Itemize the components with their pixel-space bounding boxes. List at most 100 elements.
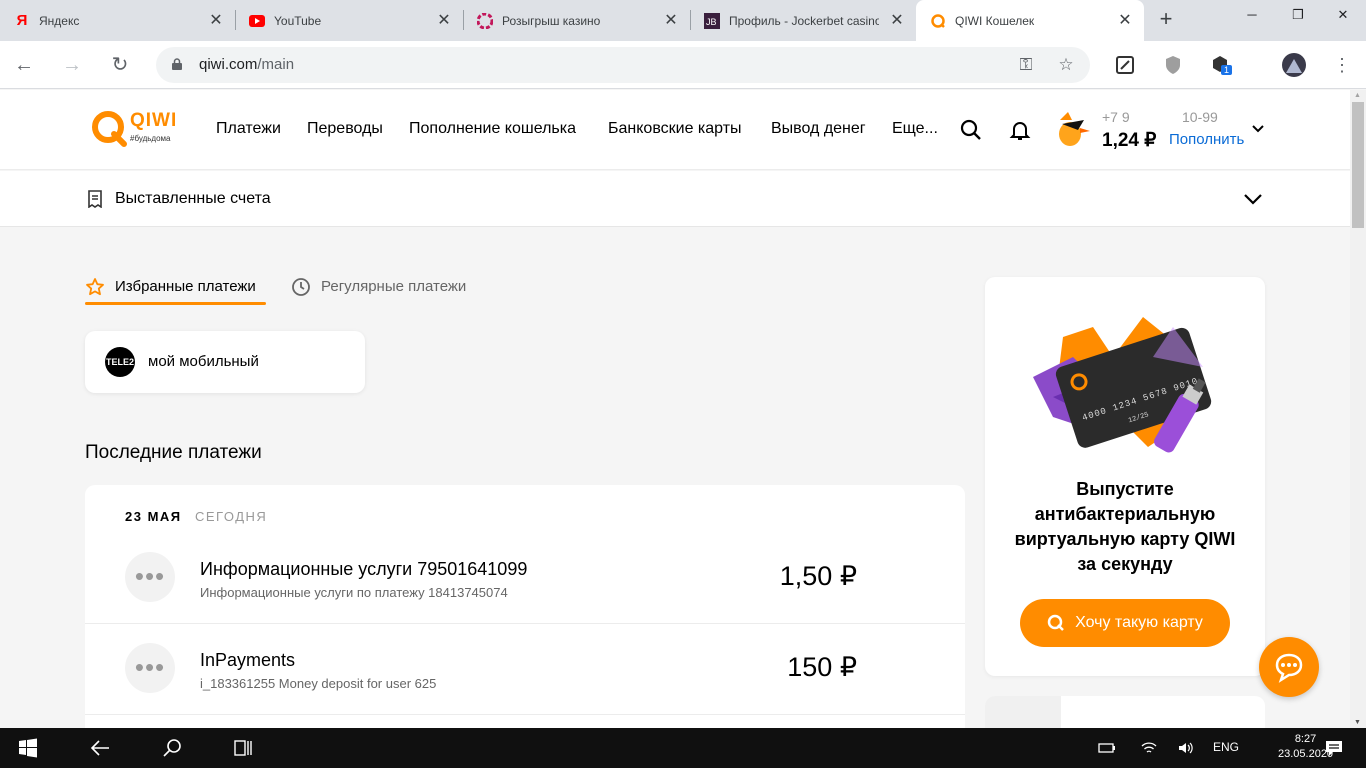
- tab-title: YouTube: [274, 13, 322, 28]
- payment-row[interactable]: ••• Информационные услуги 79501641099 Ин…: [85, 533, 965, 624]
- back-arrow-icon[interactable]: [89, 738, 111, 758]
- chat-button[interactable]: [1259, 637, 1319, 697]
- tab-yandex[interactable]: Я Яндекс ✕: [0, 0, 236, 41]
- extension-icon[interactable]: [1115, 55, 1135, 75]
- day-label: СЕГОДНЯ: [195, 509, 268, 524]
- active-tab-underline: [85, 302, 266, 305]
- payment-title: InPayments: [200, 650, 296, 670]
- close-icon[interactable]: ✕: [662, 12, 680, 30]
- payment-subtitle: i_183361255 Money deposit for user 625: [200, 676, 437, 691]
- receipt-icon: [88, 190, 102, 208]
- menu-payments[interactable]: Платежи: [216, 120, 281, 138]
- qiwi-icon: [930, 13, 946, 29]
- tab-favorite-payments[interactable]: Избранные платежи: [115, 278, 256, 295]
- close-icon[interactable]: ✕: [435, 12, 453, 30]
- favorite-payment-card[interactable]: TELE2 мой мобильный: [85, 331, 365, 393]
- tab-casino[interactable]: Розыгрыш казино ✕: [463, 0, 691, 41]
- close-window-button[interactable]: ✕: [1320, 0, 1366, 30]
- browser-toolbar: ← → ↻ qiwi.com/main ⚿ ☆ 1 ⋮: [0, 41, 1366, 89]
- invoices-bar[interactable]: Выставленные счета: [0, 171, 1350, 227]
- wallet-balance: 1,24 ₽: [1102, 130, 1157, 151]
- want-card-label: Хочу такую карту: [1075, 614, 1203, 631]
- profile-avatar[interactable]: [1282, 53, 1306, 77]
- shield-icon[interactable]: [1163, 55, 1183, 75]
- back-button[interactable]: ←: [10, 51, 38, 79]
- menu-transfers[interactable]: Переводы: [307, 120, 383, 138]
- want-card-button[interactable]: Хочу такую карту: [1020, 599, 1230, 647]
- page-viewport: QIWI #будьдома Платежи Переводы Пополнен…: [0, 90, 1350, 728]
- address-bar[interactable]: qiwi.com/main ⚿ ☆: [156, 47, 1090, 83]
- logo-text: QIWI: [130, 110, 178, 131]
- url-text: qiwi.com/main: [199, 56, 295, 73]
- jb-icon: JB: [704, 12, 720, 29]
- svg-text:JB: JB: [706, 17, 717, 27]
- tab-title: Яндекс: [39, 13, 80, 28]
- wifi-icon[interactable]: [1140, 740, 1158, 756]
- bird-avatar-icon[interactable]: [1054, 110, 1092, 148]
- restore-button[interactable]: ❐: [1275, 0, 1321, 30]
- search-icon[interactable]: [162, 738, 184, 758]
- menu-withdraw[interactable]: Вывод денег: [771, 120, 866, 138]
- tab-qiwi[interactable]: QIWI Кошелек ✕: [916, 0, 1144, 41]
- recent-payments-list: 23 МАЯ СЕГОДНЯ ••• Информационные услуги…: [85, 485, 965, 728]
- star-bookmark-icon[interactable]: ☆: [1056, 55, 1076, 75]
- phone-suffix: 10-99: [1182, 109, 1218, 125]
- tele2-logo: TELE2: [105, 347, 135, 377]
- more-dots-icon: •••: [125, 643, 175, 693]
- minimize-button[interactable]: ─: [1229, 0, 1275, 30]
- topup-link[interactable]: Пополнить: [1169, 131, 1244, 148]
- chevron-down-icon[interactable]: [1242, 191, 1264, 207]
- windows-start-icon[interactable]: [17, 738, 39, 758]
- search-icon[interactable]: [959, 118, 983, 142]
- menu-wallet-topup[interactable]: Пополнение кошелька: [409, 120, 576, 138]
- notifications-icon[interactable]: [1325, 739, 1343, 757]
- scroll-down-icon[interactable]: ▼: [1354, 719, 1361, 726]
- page-scrollbar[interactable]: ▲ ▼: [1350, 90, 1366, 728]
- close-icon[interactable]: ✕: [888, 12, 906, 30]
- language-indicator[interactable]: ENG: [1213, 740, 1239, 754]
- promo-image: [985, 696, 1061, 728]
- qiwi-logo-icon: [92, 111, 127, 147]
- extension-badge: 1: [1221, 65, 1233, 75]
- site-header: QIWI #будьдома Платежи Переводы Пополнен…: [0, 90, 1350, 170]
- tab-youtube[interactable]: YouTube ✕: [235, 0, 464, 41]
- reload-button[interactable]: ↻: [106, 51, 134, 79]
- close-icon[interactable]: ✕: [1116, 12, 1134, 30]
- tab-regular-payments[interactable]: Регулярные платежи: [321, 278, 466, 295]
- favorite-payment-name: мой мобильный: [148, 353, 259, 370]
- qiwi-button-icon: [1047, 614, 1064, 631]
- scrollbar-thumb[interactable]: [1352, 102, 1364, 228]
- tab-jockerbet[interactable]: JB Профиль - Jockerbet casino ✕: [690, 0, 916, 41]
- tab-title: Профиль - Jockerbet casino: [729, 13, 879, 28]
- star-icon: [86, 278, 104, 296]
- forward-button[interactable]: →: [58, 51, 86, 79]
- close-icon[interactable]: ✕: [207, 12, 225, 30]
- payment-amount: 150 ₽: [787, 652, 857, 682]
- casino-icon: [477, 12, 493, 29]
- extension-cube-icon[interactable]: 1: [1211, 55, 1235, 79]
- youtube-icon: [249, 13, 265, 29]
- scroll-up-icon[interactable]: ▲: [1354, 92, 1361, 99]
- menu-bank-cards[interactable]: Банковские карты: [608, 120, 742, 138]
- volume-icon[interactable]: [1177, 740, 1195, 756]
- key-icon[interactable]: ⚿: [1016, 55, 1036, 75]
- new-tab-button[interactable]: +: [1154, 8, 1178, 32]
- tab-title: Розыгрыш казино: [502, 13, 601, 28]
- clock-icon: [292, 278, 310, 296]
- promo-card: 4000 1234 5678 9010 12/25 Выпустите анти…: [985, 277, 1265, 676]
- invoices-label: Выставленные счета: [115, 190, 271, 207]
- taskbar: ENG 8:27 23.05.2020: [0, 728, 1366, 768]
- chevron-down-icon[interactable]: [1251, 122, 1265, 136]
- menu-more[interactable]: Еще...: [892, 120, 938, 138]
- task-view-icon[interactable]: [232, 738, 254, 758]
- browser-menu-icon[interactable]: ⋮: [1328, 51, 1356, 79]
- payment-row[interactable]: ••• InPayments i_183361255 Money deposit…: [85, 624, 965, 715]
- qiwi-logo[interactable]: QIWI #будьдома: [90, 108, 180, 148]
- payment-amount: 1,50 ₽: [779, 561, 857, 591]
- payment-subtitle: Информационные услуги по платежу 1841374…: [200, 585, 508, 600]
- battery-icon[interactable]: [1098, 740, 1116, 756]
- lock-icon: [172, 58, 182, 70]
- bell-icon[interactable]: [1008, 118, 1032, 142]
- recent-payments-title: Последние платежи: [85, 442, 262, 463]
- payment-title: Информационные услуги 79501641099: [200, 559, 528, 579]
